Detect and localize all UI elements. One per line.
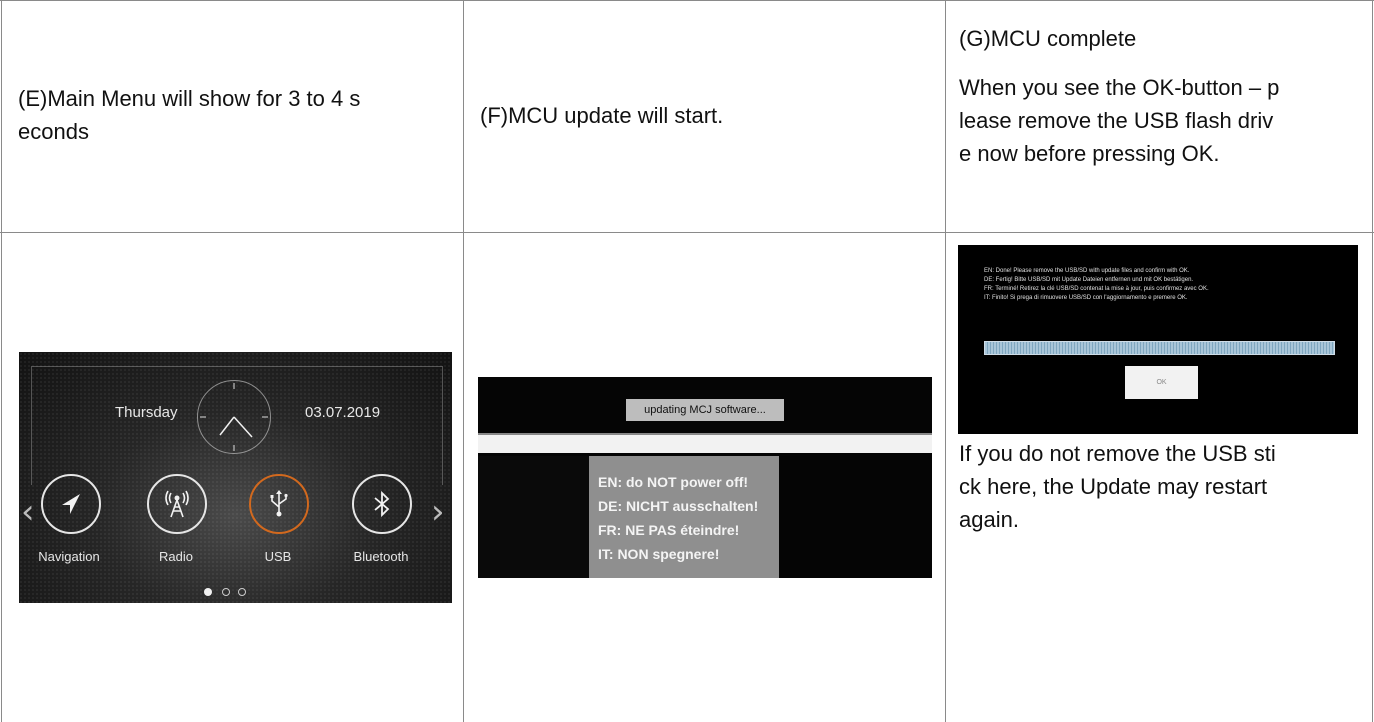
update-title: updating MCJ software... — [626, 399, 784, 421]
header-cell-g: (G)MCU complete When you see the OK-butt… — [959, 22, 1279, 170]
bluetooth-icon — [374, 490, 390, 518]
warning-de: DE: NICHT ausschalten! — [598, 498, 759, 514]
header-line: (G)MCU complete — [959, 26, 1137, 51]
header-line: econds — [18, 119, 89, 144]
header-cell-e: (E)Main Menu will show for 3 to 4 s econ… — [18, 82, 360, 148]
header-line: (F)MCU update will start. — [480, 103, 724, 128]
clock-icon — [197, 380, 271, 454]
page-dot-active[interactable] — [204, 588, 212, 596]
table-border-col2 — [945, 0, 946, 722]
table-border-col1 — [463, 0, 464, 722]
menu-label-usb: USB — [264, 549, 292, 564]
page-dot[interactable] — [238, 588, 246, 596]
radio-button[interactable] — [147, 474, 207, 534]
done-message-de: DE: Fertig! Bitte USB/SD mit Update Date… — [984, 277, 1194, 283]
done-message-fr: FR: Terminé! Retirez la clé USB/SD conte… — [984, 286, 1209, 292]
mcu-complete-screenshot: EN: Done! Please remove the USB/SD with … — [958, 245, 1358, 434]
table-border-top — [0, 0, 1374, 1]
menu-label-navigation: Navigation — [38, 549, 100, 564]
warning-fr: FR: NE PAS éteindre! — [598, 522, 740, 538]
ok-button[interactable]: OK — [1125, 366, 1198, 399]
menu-date: 03.07.2019 — [305, 404, 381, 421]
usb-button[interactable] — [249, 474, 309, 534]
done-message-en: EN: Done! Please remove the USB/SD with … — [984, 268, 1190, 274]
chevron-left-icon[interactable]: ‹ — [21, 492, 35, 532]
menu-label-radio: Radio — [159, 549, 193, 564]
note-line: If you do not remove the USB sti — [959, 441, 1276, 466]
main-menu-screenshot: Thursday 03.07.2019 ‹ › Navigation Radio… — [19, 352, 452, 603]
note-line: ck here, the Update may restart — [959, 474, 1268, 499]
page-dot[interactable] — [222, 588, 230, 596]
header-line: (E)Main Menu will show for 3 to 4 s — [18, 86, 361, 111]
done-message-it: IT: Finito! Si prega di rimuovere USB/SD… — [984, 295, 1188, 301]
menu-label-bluetooth: Bluetooth — [353, 549, 409, 564]
complete-progress-bar — [984, 341, 1335, 355]
note-line: again. — [959, 507, 1019, 532]
table-border-right — [1372, 0, 1373, 722]
header-cell-f: (F)MCU update will start. — [480, 99, 723, 132]
progress-bar — [478, 435, 932, 453]
header-body-line: When you see the OK-button – p — [959, 75, 1280, 100]
header-body-line: e now before pressing OK. — [959, 141, 1220, 166]
mcu-updating-screenshot: updating MCJ software... EN: do NOT powe… — [478, 377, 932, 578]
warning-en: EN: do NOT power off! — [598, 474, 749, 490]
navigation-button[interactable] — [41, 474, 101, 534]
navigation-arrow-icon — [62, 494, 80, 514]
radio-tower-icon — [165, 490, 189, 518]
table-border-left — [1, 0, 2, 722]
bluetooth-button[interactable] — [352, 474, 412, 534]
warning-it: IT: NON spegnere! — [598, 546, 720, 562]
screen-dark-area — [478, 456, 589, 578]
header-body-line: lease remove the USB flash driv — [959, 108, 1274, 133]
table-border-row — [0, 232, 1374, 233]
chevron-right-icon[interactable]: › — [431, 492, 445, 532]
document-table: (E)Main Menu will show for 3 to 4 s econ… — [0, 0, 1374, 722]
usb-warning-note: If you do not remove the USB sti ck here… — [959, 437, 1276, 536]
menu-day: Thursday — [115, 404, 178, 421]
usb-icon — [270, 490, 288, 517]
